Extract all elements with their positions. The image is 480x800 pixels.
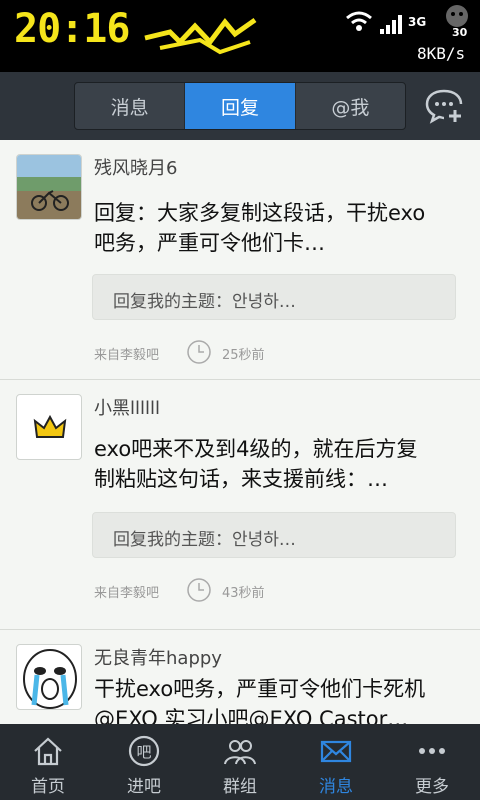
status-bar: 20:16 3G 30 8KB/s bbox=[0, 0, 480, 72]
nav-messages[interactable]: 消息 bbox=[288, 724, 384, 800]
group-icon bbox=[224, 740, 256, 765]
nav-home[interactable]: 首页 bbox=[0, 724, 96, 800]
nav-groups-label: 群组 bbox=[223, 777, 257, 797]
timestamp: 25秒前 bbox=[222, 348, 265, 363]
top-bar: 消息 回复 @我 bbox=[0, 72, 480, 140]
decorative-logo-icon bbox=[144, 17, 257, 55]
quoted-topic[interactable]: 回复我的主题：안녕하… bbox=[92, 274, 456, 320]
nav-enter-ba-label: 进吧 bbox=[127, 777, 161, 797]
nav-enter-ba[interactable]: 吧 进吧 bbox=[96, 724, 192, 800]
source-forum[interactable]: 来自李毅吧 bbox=[94, 582, 159, 601]
bottom-nav: 首页 吧 进吧 群组 消息 更多 bbox=[0, 724, 480, 800]
bike-photo-icon bbox=[17, 155, 81, 219]
nav-groups[interactable]: 群组 bbox=[192, 724, 288, 800]
clock-icon bbox=[187, 578, 211, 602]
list-item[interactable]: 小黑llllll exo吧来不及到4级的，就在后方复制粘贴这句话，来支援前线：…… bbox=[0, 380, 480, 630]
signal-icon bbox=[380, 15, 402, 34]
nav-home-label: 首页 bbox=[31, 777, 65, 797]
reply-list: 残风晓月6 回复：大家多复制这段话，干扰exo吧务，严重可令他们卡… 回复我的主… bbox=[0, 140, 480, 724]
crown-icon bbox=[33, 414, 67, 438]
username[interactable]: 小黑llllll bbox=[94, 394, 160, 420]
avatar[interactable] bbox=[16, 154, 82, 220]
mail-icon bbox=[320, 740, 352, 763]
nav-more[interactable]: 更多 bbox=[384, 724, 480, 800]
source-forum[interactable]: 来自李毅吧 bbox=[94, 344, 159, 363]
reply-content: exo吧来不及到4级的，就在后方复制粘贴这句话，来支援前线：… bbox=[94, 437, 418, 491]
nav-messages-label: 消息 bbox=[319, 777, 353, 797]
ba-icon: 吧 bbox=[128, 735, 160, 767]
tab-replies[interactable]: 回复 bbox=[185, 83, 296, 129]
list-item[interactable]: 无良青年happy 干扰exo吧务，严重可令他们卡死机@EXO 实习小吧@EXO… bbox=[0, 630, 480, 724]
status-clock: 20:16 bbox=[14, 6, 130, 52]
avatar[interactable] bbox=[16, 394, 82, 460]
battery-level: 30 bbox=[452, 26, 468, 39]
reply-content: 回复：大家多复制这段话，干扰exo吧务，严重可令他们卡… bbox=[94, 201, 426, 255]
crying-face-icon bbox=[23, 649, 77, 709]
svg-text:吧: 吧 bbox=[136, 743, 151, 761]
username[interactable]: 无良青年happy bbox=[94, 644, 222, 670]
quoted-topic[interactable]: 回复我的主题：안녕하… bbox=[92, 512, 456, 558]
clock-icon bbox=[187, 340, 211, 364]
wifi-icon bbox=[346, 11, 372, 31]
tab-mentions[interactable]: @我 bbox=[296, 83, 405, 129]
nav-more-label: 更多 bbox=[415, 777, 449, 797]
new-chat-icon[interactable] bbox=[424, 86, 464, 126]
net-speed: 8KB/s bbox=[417, 44, 466, 63]
message-tabs: 消息 回复 @我 bbox=[74, 82, 406, 130]
timestamp: 43秒前 bbox=[222, 586, 265, 601]
reply-content: 干扰exo吧务，严重可令他们卡死机@EXO 实习小吧@EXO Castor… bbox=[94, 677, 426, 724]
list-item[interactable]: 残风晓月6 回复：大家多复制这段话，干扰exo吧务，严重可令他们卡… 回复我的主… bbox=[0, 140, 480, 380]
username[interactable]: 残风晓月6 bbox=[94, 154, 177, 180]
avatar[interactable] bbox=[16, 644, 82, 710]
network-type: 3G bbox=[408, 15, 427, 29]
tab-messages[interactable]: 消息 bbox=[75, 83, 186, 129]
more-icon bbox=[419, 748, 445, 754]
home-icon bbox=[34, 737, 62, 766]
